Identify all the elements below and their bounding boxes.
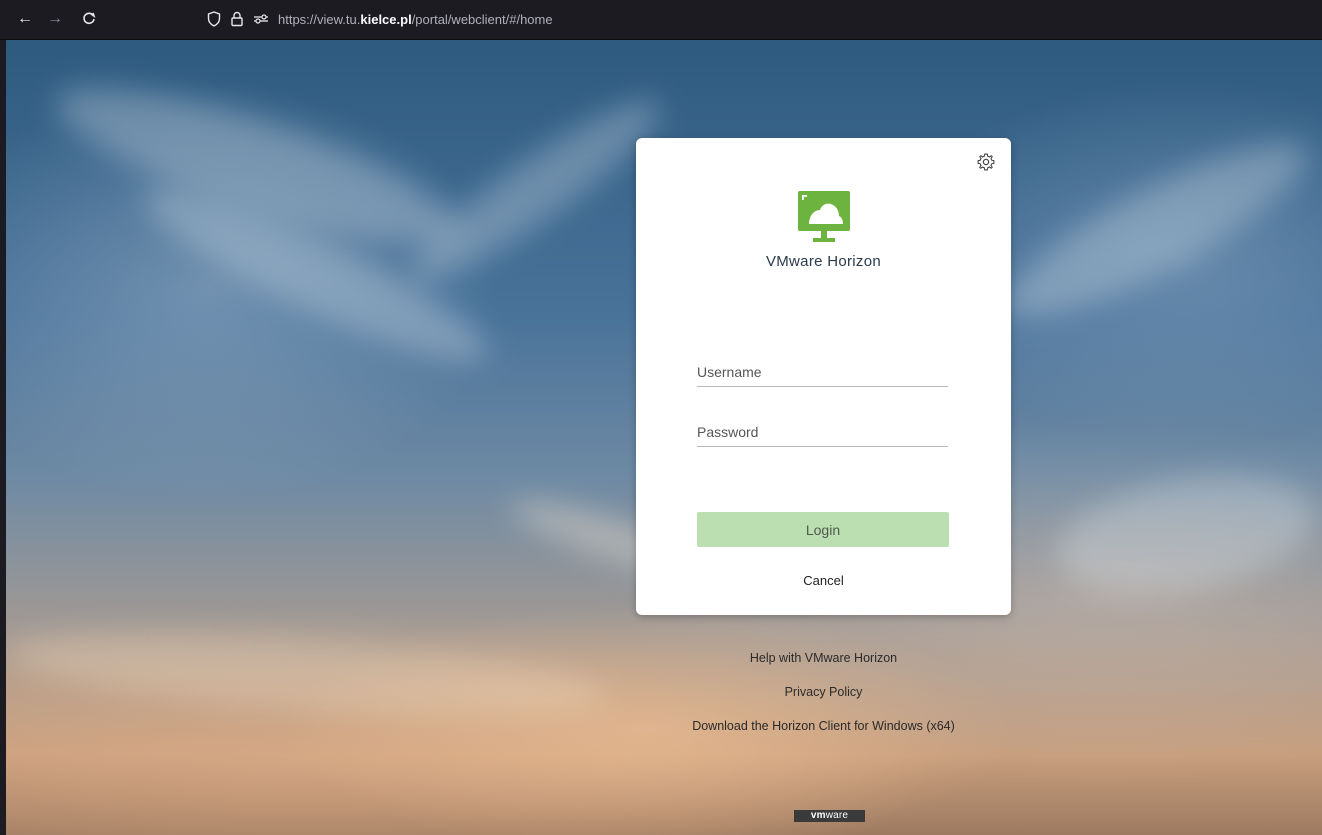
vmware-logo-bold: vm [810, 810, 826, 821]
back-button[interactable]: ← [14, 8, 36, 30]
help-link[interactable]: Help with VMware Horizon [636, 651, 1011, 665]
cloud-wisp [395, 79, 677, 301]
permissions-icon[interactable] [252, 10, 270, 28]
url-bar[interactable]: https://view.tu.kielce.pl/portal/webclie… [278, 11, 553, 29]
forward-arrow-icon: → [47, 10, 63, 27]
page-background: VMware Horizon Login Cancel Help with VM… [6, 40, 1322, 835]
vmware-logo-rest: ware [825, 810, 849, 821]
browser-window: ← → https://view.tu.kielce.pl/portal/web… [0, 0, 1322, 835]
help-links: Help with VMware Horizon Privacy Policy … [636, 40, 1011, 835]
cloud-wisp [987, 114, 1322, 346]
url-host: kielce.pl [360, 12, 412, 27]
download-client-link[interactable]: Download the Horizon Client for Windows … [636, 719, 1011, 733]
back-arrow-icon: ← [17, 10, 33, 27]
reload-icon [83, 12, 96, 25]
browser-toolbar: ← → https://view.tu.kielce.pl/portal/web… [0, 0, 1322, 40]
url-prefix: https://view.tu. [278, 12, 361, 27]
cloud-wisp [1048, 458, 1322, 612]
privacy-policy-link[interactable]: Privacy Policy [636, 685, 1011, 699]
lock-icon[interactable] [228, 10, 246, 28]
vmware-logo: vmware [794, 810, 865, 822]
url-suffix: /portal/webclient/#/home [411, 12, 553, 27]
forward-button[interactable]: → [44, 8, 66, 30]
reload-button[interactable] [78, 8, 100, 30]
shield-icon[interactable] [205, 10, 223, 28]
cloud-wisp [6, 619, 608, 731]
